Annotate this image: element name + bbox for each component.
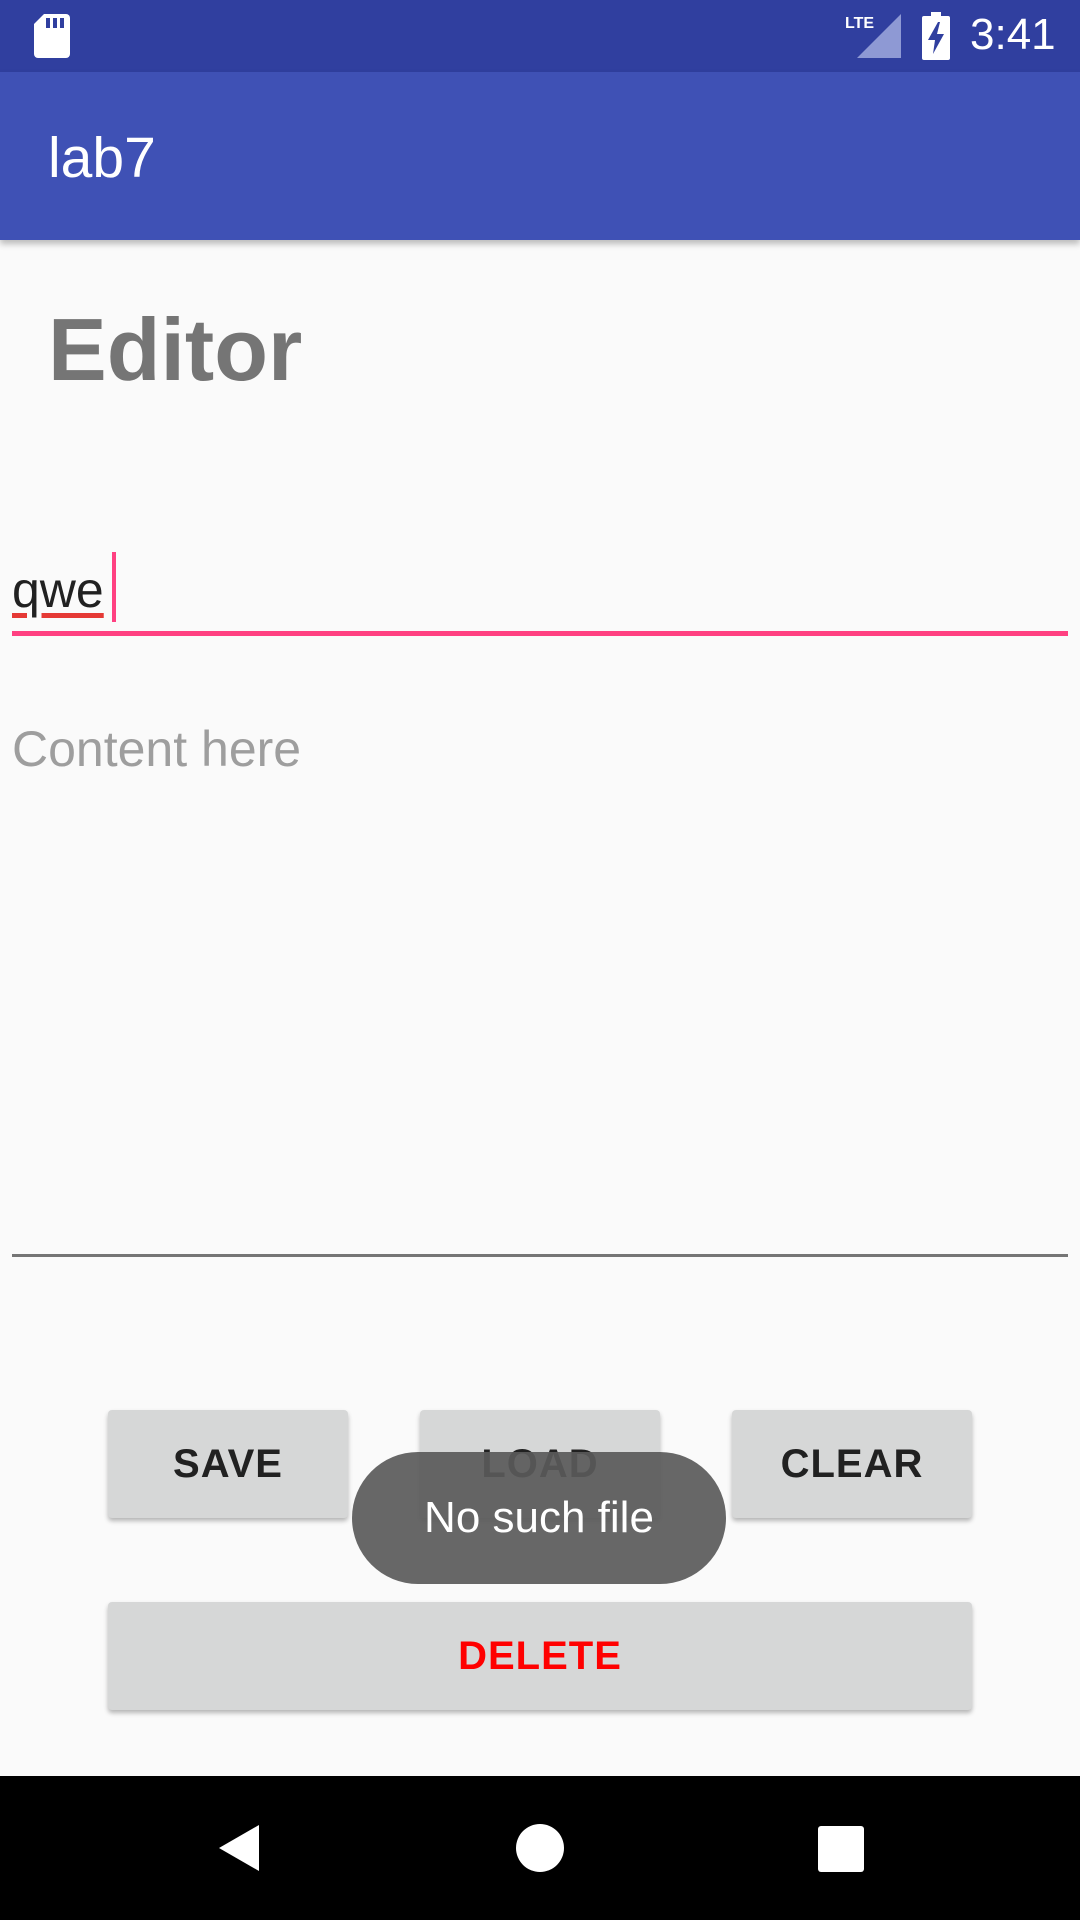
- lte-signal-icon: LTE: [845, 12, 901, 63]
- content-underline: [12, 1254, 1068, 1257]
- home-icon[interactable]: [515, 1823, 565, 1878]
- svg-text:LTE: LTE: [845, 15, 874, 32]
- sd-card-icon: [34, 14, 70, 63]
- content-input[interactable]: [12, 720, 1068, 1220]
- filename-input[interactable]: qwe: [12, 560, 104, 620]
- page-title: Editor: [48, 300, 303, 399]
- app-title: lab7: [48, 126, 156, 190]
- clear-button[interactable]: CLEAR: [732, 1410, 972, 1518]
- recents-icon[interactable]: [818, 1826, 864, 1877]
- content-field[interactable]: [12, 700, 1068, 1260]
- app-bar: lab7: [0, 72, 1080, 240]
- status-time: 3:41: [970, 10, 1056, 59]
- filename-field[interactable]: qwe: [12, 540, 1068, 640]
- filename-underline: [12, 631, 1068, 636]
- battery-charging-icon: [922, 12, 950, 65]
- delete-button[interactable]: DELETE: [108, 1602, 972, 1710]
- status-bar: LTE 3:41: [0, 0, 1080, 72]
- toast-message: No such file: [352, 1452, 726, 1584]
- save-button[interactable]: SAVE: [108, 1410, 348, 1518]
- text-cursor: [112, 552, 116, 622]
- back-icon[interactable]: [215, 1823, 265, 1878]
